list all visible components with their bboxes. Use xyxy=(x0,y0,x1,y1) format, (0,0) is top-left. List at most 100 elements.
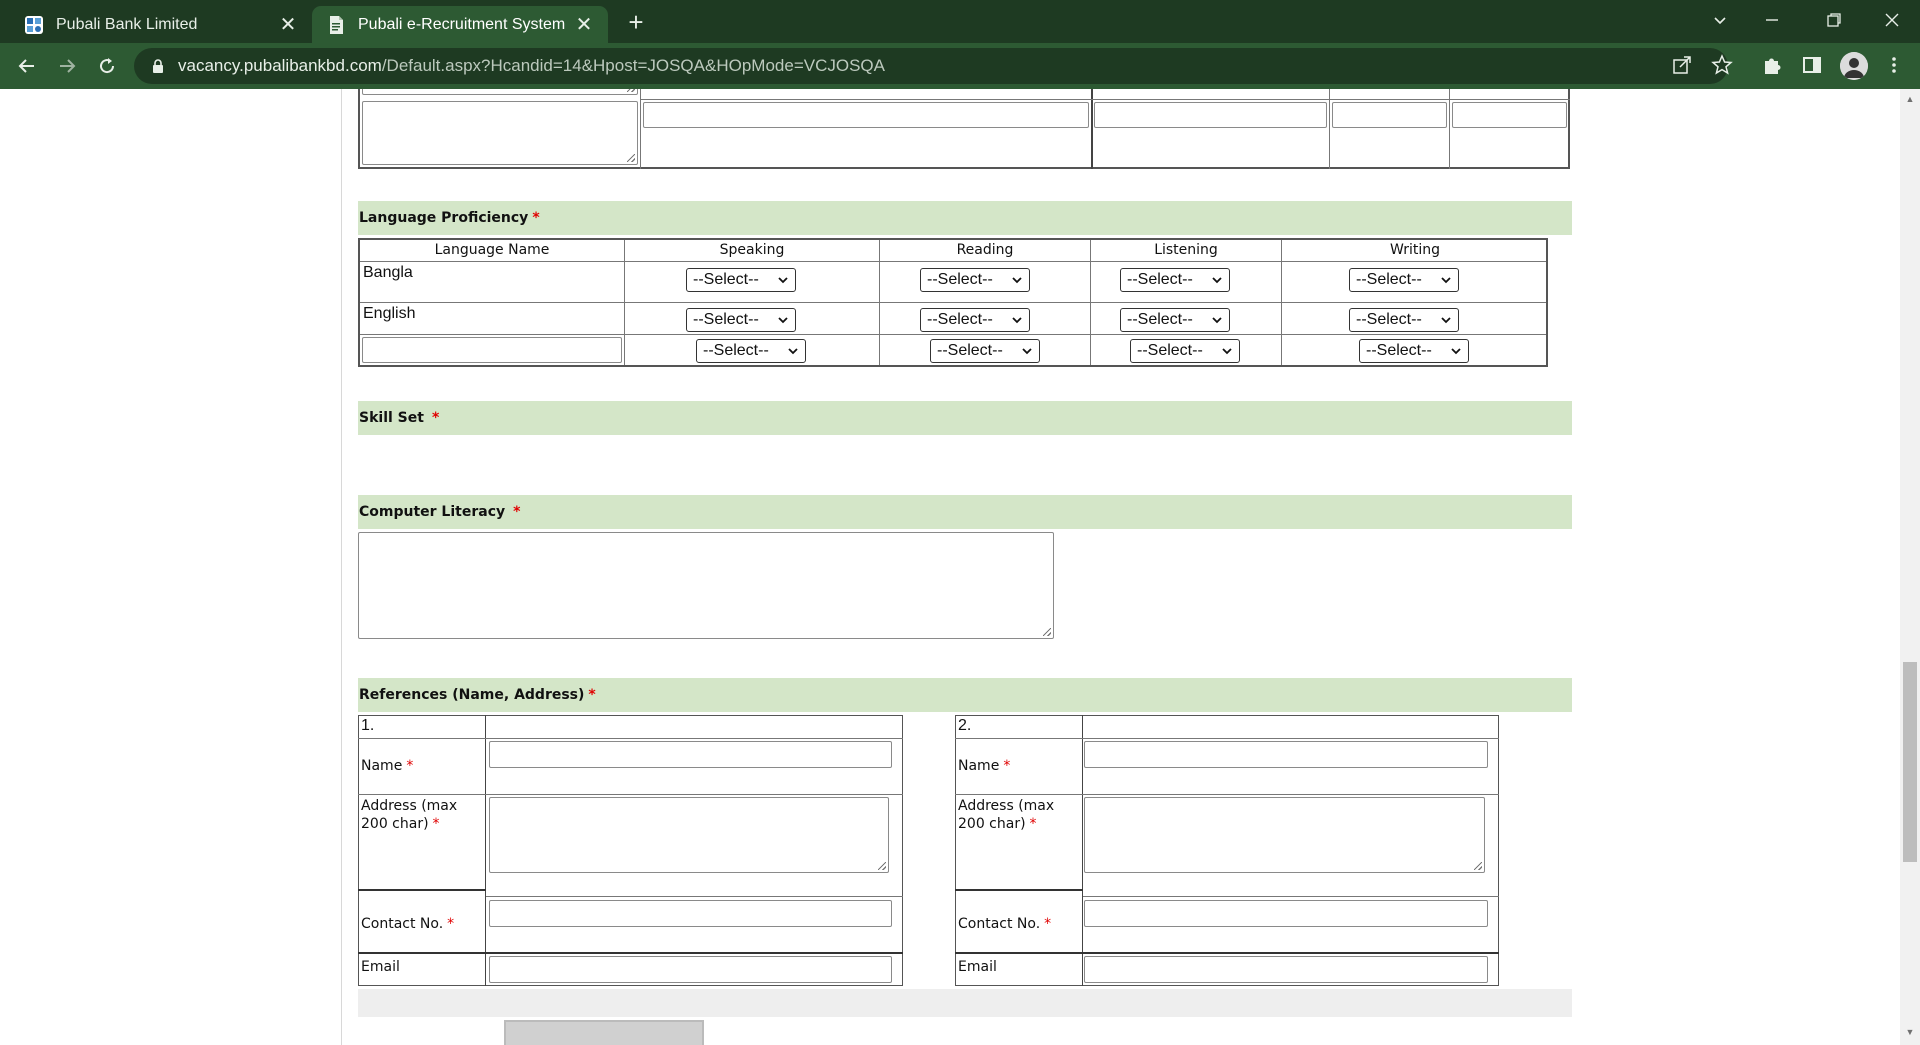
select-other-speaking[interactable]: --Select-- xyxy=(696,339,806,363)
label-text: Address (max xyxy=(361,798,458,814)
required-mark: * xyxy=(1044,916,1052,932)
chevron-down-icon xyxy=(1212,277,1222,284)
photo-upload-preview[interactable] xyxy=(504,1020,704,1045)
extensions-puzzle-icon[interactable] xyxy=(1761,54,1785,78)
select-value: --Select-- xyxy=(937,342,1003,359)
scroll-up-arrow-icon[interactable]: ▲ xyxy=(1900,91,1920,107)
reload-icon[interactable] xyxy=(92,51,122,81)
label-text: 200 char) xyxy=(361,816,429,832)
reference-2-address-textarea[interactable] xyxy=(1084,797,1485,873)
form-footer-bar xyxy=(358,989,1572,1017)
tab-title: Pubali e-Recruitment System xyxy=(358,15,566,33)
previous-textarea-top[interactable] xyxy=(362,89,638,95)
reference-2-contact-input[interactable] xyxy=(1084,900,1488,927)
skill-set-header: Skill Set * xyxy=(358,401,1572,435)
previous-input-4[interactable] xyxy=(1452,102,1567,128)
column-header-reading: Reading xyxy=(956,242,1014,258)
select-value: --Select-- xyxy=(1366,342,1432,359)
profile-avatar[interactable] xyxy=(1840,52,1868,80)
select-other-listening[interactable]: --Select-- xyxy=(1130,339,1240,363)
language-proficiency-header: Language Proficiency * xyxy=(358,201,1572,235)
contact-label: Contact No. * xyxy=(958,915,1051,933)
select-english-reading[interactable]: --Select-- xyxy=(920,308,1030,332)
reference-1-email-input[interactable] xyxy=(489,956,892,983)
label-text: Address (max xyxy=(958,798,1055,814)
column-header-speaking: Speaking xyxy=(719,242,785,258)
name-label: Name * xyxy=(958,757,1010,775)
required-mark: * xyxy=(432,816,440,832)
select-value: --Select-- xyxy=(693,271,759,288)
required-mark: * xyxy=(1003,758,1011,774)
chevron-down-icon xyxy=(1012,277,1022,284)
tab-pubali-bank[interactable]: Pubali Bank Limited ✕ xyxy=(10,6,312,43)
reference-1-name-input[interactable] xyxy=(489,741,892,768)
section-title: Language Proficiency xyxy=(359,210,529,226)
email-label: Email xyxy=(958,959,997,975)
bookmark-star-icon[interactable] xyxy=(1711,54,1735,78)
required-mark: * xyxy=(1029,816,1037,832)
url-path: /Default.aspx?Hcandid=14&Hpost=JOSQA&HOp… xyxy=(381,56,885,75)
scroll-down-arrow-icon[interactable]: ▼ xyxy=(1900,1024,1920,1040)
restore-icon[interactable] xyxy=(1814,0,1854,40)
share-icon[interactable] xyxy=(1671,54,1695,78)
scrollbar-thumb[interactable] xyxy=(1903,662,1917,862)
contact-label: Contact No. * xyxy=(361,915,454,933)
chevron-down-icon xyxy=(1441,277,1451,284)
address-label: Address (max 200 char) * xyxy=(958,797,1054,833)
reference-1-address-textarea[interactable] xyxy=(489,797,889,873)
column-header-writing: Writing xyxy=(1390,242,1440,258)
select-value: --Select-- xyxy=(1137,342,1203,359)
page-viewport: Language Proficiency * Language Name Spea… xyxy=(0,89,1900,1045)
minimize-icon[interactable] xyxy=(1752,0,1792,40)
select-bangla-writing[interactable]: --Select-- xyxy=(1349,268,1459,292)
chevron-down-icon xyxy=(788,348,798,355)
select-other-reading[interactable]: --Select-- xyxy=(930,339,1040,363)
select-english-writing[interactable]: --Select-- xyxy=(1349,308,1459,332)
address-bar[interactable]: vacancy.pubalibankbd.com/Default.aspx?Hc… xyxy=(134,48,1728,84)
document-favicon-icon xyxy=(330,15,343,34)
previous-input-1[interactable] xyxy=(643,102,1089,128)
previous-input-2[interactable] xyxy=(1094,102,1327,128)
select-bangla-listening[interactable]: --Select-- xyxy=(1120,268,1230,292)
back-arrow-icon[interactable] xyxy=(12,51,42,81)
required-mark: * xyxy=(588,687,596,703)
kebab-menu-icon[interactable] xyxy=(1883,54,1907,78)
chevron-down-icon xyxy=(1222,348,1232,355)
close-icon[interactable]: ✕ xyxy=(278,14,298,36)
reference-1-contact-input[interactable] xyxy=(489,900,892,927)
label-text: Contact No. xyxy=(361,916,444,932)
chevron-down-icon xyxy=(1022,348,1032,355)
other-language-input[interactable] xyxy=(362,337,622,363)
computer-literacy-textarea[interactable] xyxy=(358,532,1054,639)
select-bangla-reading[interactable]: --Select-- xyxy=(920,268,1030,292)
references-header: References (Name, Address) * xyxy=(358,678,1572,712)
chevron-down-icon xyxy=(778,277,788,284)
select-bangla-speaking[interactable]: --Select-- xyxy=(686,268,796,292)
tab-erecruitment[interactable]: Pubali e-Recruitment System ✕ xyxy=(312,6,608,43)
column-header-language-name: Language Name xyxy=(434,242,550,258)
url-text: vacancy.pubalibankbd.com/Default.aspx?Hc… xyxy=(178,56,885,76)
application-form: Language Proficiency * Language Name Spea… xyxy=(0,89,1900,1045)
label-text: 200 char) xyxy=(958,816,1026,832)
select-value: --Select-- xyxy=(703,342,769,359)
browser-titlebar: Pubali Bank Limited ✕ Pubali e-Recruitme… xyxy=(0,0,1920,43)
tab-search-chevron-icon[interactable] xyxy=(1700,0,1740,40)
required-mark: * xyxy=(532,210,540,226)
new-tab-plus-icon[interactable]: + xyxy=(622,7,650,37)
previous-textarea[interactable] xyxy=(362,101,638,165)
close-icon[interactable]: ✕ xyxy=(574,14,594,36)
select-english-listening[interactable]: --Select-- xyxy=(1120,308,1230,332)
reference-2-email-input[interactable] xyxy=(1084,956,1488,983)
column-header-listening: Listening xyxy=(1154,242,1218,258)
select-english-speaking[interactable]: --Select-- xyxy=(686,308,796,332)
reference-2-name-input[interactable] xyxy=(1084,741,1488,768)
select-other-writing[interactable]: --Select-- xyxy=(1359,339,1469,363)
window-close-icon[interactable] xyxy=(1872,0,1912,40)
forward-arrow-icon[interactable] xyxy=(52,51,82,81)
previous-input-3[interactable] xyxy=(1332,102,1447,128)
chevron-down-icon xyxy=(1012,317,1022,324)
url-host: vacancy.pubalibankbd.com xyxy=(178,56,382,75)
side-panel-icon[interactable] xyxy=(1801,54,1825,78)
label-text: Name xyxy=(361,758,403,774)
page-scrollbar[interactable] xyxy=(1900,89,1920,1045)
